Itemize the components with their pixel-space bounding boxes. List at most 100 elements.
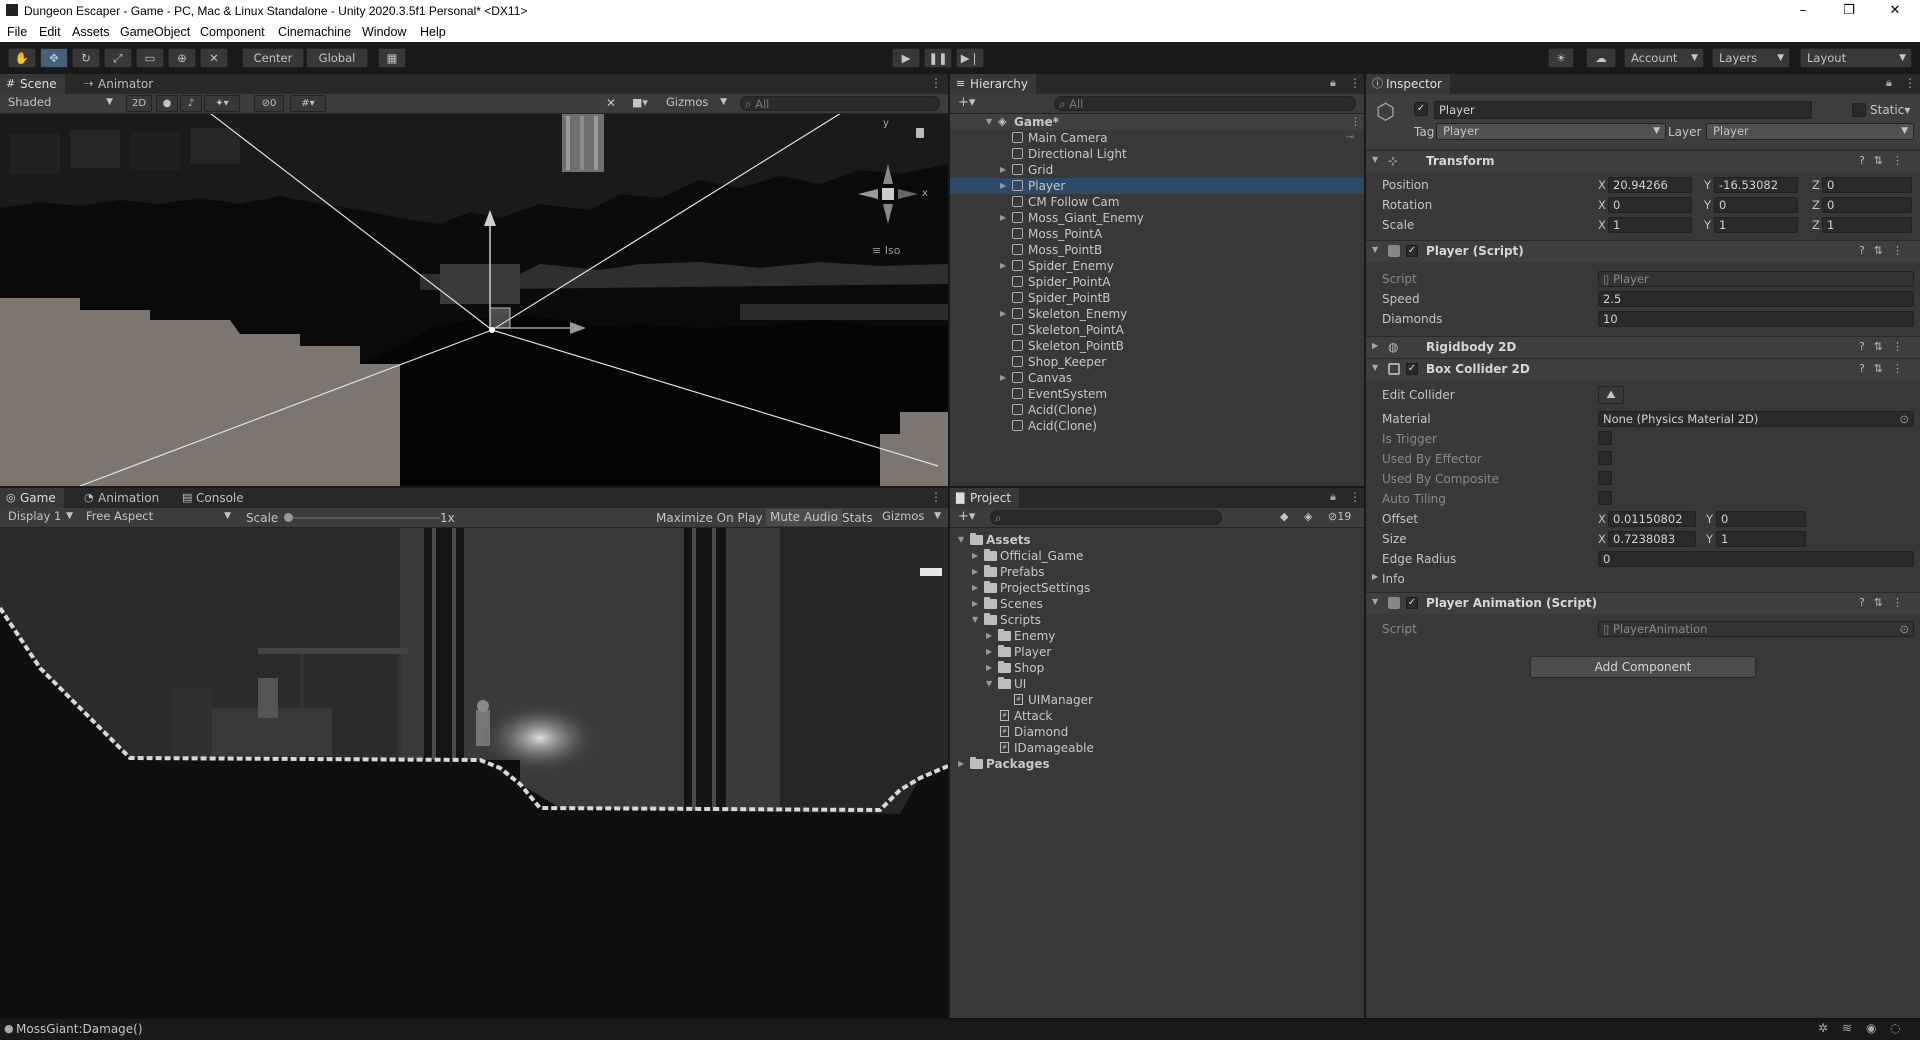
tag-dropdown[interactable]: Player ▼ — [1436, 123, 1666, 140]
filter-label-icon[interactable]: ◈ — [1304, 510, 1312, 523]
move-tool-icon[interactable]: ✥ — [40, 48, 68, 68]
component-header-icons[interactable]: ?⇅⋮ — [1859, 244, 1912, 257]
size-x-field[interactable]: 0.7238083 — [1608, 531, 1696, 547]
tab-inspector[interactable]: ⓘ Inspector — [1366, 74, 1450, 94]
scene-viewport[interactable]: y x ≡ Iso — [0, 114, 948, 486]
speed-field[interactable]: 2.5 — [1598, 291, 1914, 307]
fold-arrow-icon[interactable]: ▶ — [986, 660, 992, 676]
project-script-row[interactable]: # Diamond — [950, 724, 1364, 740]
object-picker-icon[interactable]: ⊙ — [1899, 412, 1909, 426]
lock-icon[interactable]: 🔒︎ — [1330, 76, 1336, 90]
console-info-icon[interactable]: ● — [4, 1022, 14, 1035]
player-animation-fold-icon[interactable]: ▼ — [1372, 597, 1378, 606]
static-dropdown[interactable]: Static▾ — [1870, 103, 1910, 117]
hierarchy-item[interactable]: CM Follow Cam — [950, 194, 1364, 210]
hidden-objects-toggle[interactable]: ⊘0 — [254, 95, 284, 112]
hierarchy-item[interactable]: Moss_PointB — [950, 242, 1364, 258]
scale-x-field[interactable]: 1 — [1608, 217, 1692, 233]
shading-dropdown[interactable]: Shaded ▼ — [2, 95, 118, 112]
static-checkbox[interactable] — [1852, 103, 1866, 117]
hierarchy-item[interactable]: Acid(Clone) — [950, 418, 1364, 434]
transform-header[interactable]: ▼ ⊹ Transform ?⇅⋮ — [1366, 150, 1920, 172]
project-lock-icon[interactable]: 🔒︎ — [1330, 490, 1336, 504]
audio-icon[interactable]: ♪ — [180, 95, 202, 112]
transform-fold-icon[interactable]: ▼ — [1372, 155, 1378, 164]
is-trigger-checkbox[interactable] — [1598, 431, 1612, 445]
progress-icon[interactable]: ◉ — [1866, 1021, 1876, 1035]
project-folder-row[interactable]: ▶ Prefabs — [950, 564, 1364, 580]
info-label[interactable]: Info — [1382, 572, 1405, 586]
tools-icon[interactable]: ✕ — [606, 96, 616, 110]
position-x-field[interactable]: 20.94266 — [1608, 177, 1692, 193]
player-script-header[interactable]: ▼ ✓ Player (Script) ?⇅⋮ — [1366, 240, 1920, 262]
auto-generate-lighting-icon[interactable]: ◌ — [1890, 1021, 1900, 1035]
project-folder-row[interactable]: ▶ Shop — [950, 660, 1364, 676]
project-script-row[interactable]: # Attack — [950, 708, 1364, 724]
project-menu-icon[interactable]: ⋮ — [1349, 490, 1361, 504]
material-field[interactable]: None (Physics Material 2D) ⊙ — [1598, 411, 1914, 427]
inspector-lock-icon[interactable]: 🔒︎ — [1886, 76, 1892, 90]
camera-icon[interactable]: ■▾ — [632, 96, 648, 109]
tab-project[interactable]: ▇ Project — [950, 488, 1020, 508]
fold-arrow-icon[interactable]: ▼ — [958, 532, 964, 548]
cache-server-icon[interactable]: ≋ — [1842, 1021, 1852, 1035]
hierarchy-item[interactable]: ▶ Player — [950, 178, 1364, 194]
aspect-dropdown[interactable]: Free Aspect ▼ — [80, 509, 236, 526]
tab-hierarchy[interactable]: ≡ Hierarchy — [950, 74, 1037, 94]
project-folder-row[interactable]: ▼ Scripts — [950, 612, 1364, 628]
scale-slider[interactable] — [288, 517, 440, 519]
rotation-z-field[interactable]: 0 — [1822, 197, 1912, 213]
fold-arrow-icon[interactable]: ▶ — [958, 756, 964, 772]
scene-search-input[interactable]: ⌕ All — [740, 96, 940, 111]
scene-gizmos-dropdown[interactable]: Gizmos ▼ — [660, 95, 732, 112]
project-folder-row[interactable]: ▶ ProjectSettings — [950, 580, 1364, 596]
scale-y-field[interactable]: 1 — [1714, 217, 1798, 233]
hierarchy-item[interactable]: Skeleton_PointB — [950, 338, 1364, 354]
box-collider-enabled-checkbox[interactable]: ✓ — [1406, 363, 1418, 375]
scene-grid-toggle-icon[interactable]: #▾ — [290, 95, 326, 112]
project-folder-row[interactable]: ▶ Official_Game — [950, 548, 1364, 564]
project-folder-row[interactable]: ▶ Player — [950, 644, 1364, 660]
player-animation-header[interactable]: ▼ ✓ Player Animation (Script) ?⇅⋮ — [1366, 592, 1920, 614]
grid-snap-icon[interactable]: ▦ — [378, 48, 406, 68]
project-folder-row[interactable]: ▼ Assets — [950, 532, 1364, 548]
step-button[interactable]: ▶❘ — [956, 48, 984, 68]
hierarchy-item[interactable]: EventSystem — [950, 386, 1364, 402]
layers-dropdown[interactable]: Layers ▼ — [1712, 48, 1790, 68]
position-y-field[interactable]: -16.53082 — [1714, 177, 1798, 193]
box-collider-fold-icon[interactable]: ▼ — [1372, 363, 1378, 372]
close-button[interactable]: ✕ — [1872, 0, 1918, 22]
component-header-icons[interactable]: ?⇅⋮ — [1859, 154, 1912, 167]
hierarchy-item[interactable]: ▶ Moss_Giant_Enemy — [950, 210, 1364, 226]
space-global-toggle[interactable]: Global — [306, 48, 368, 68]
scene-menu-icon[interactable]: ⋮ — [930, 76, 942, 90]
rotation-y-field[interactable]: 0 — [1714, 197, 1798, 213]
diamonds-field[interactable]: 10 — [1598, 311, 1914, 327]
transform-tool-icon[interactable]: ⊕ — [168, 48, 196, 68]
fold-arrow-icon[interactable]: ▼ — [986, 676, 992, 692]
cloud-icon[interactable]: ☁ — [1586, 48, 1616, 68]
hand-tool-icon[interactable]: ✋ — [8, 48, 36, 68]
hierarchy-item[interactable]: ▶ Spider_Enemy — [950, 258, 1364, 274]
pause-button[interactable]: ❚❚ — [924, 48, 952, 68]
active-checkbox[interactable]: ✓ — [1414, 102, 1428, 116]
hierarchy-item[interactable]: Spider_PointB — [950, 290, 1364, 306]
project-folder-row[interactable]: ▼ UI — [950, 676, 1364, 692]
mute-audio-toggle[interactable]: Mute Audio — [766, 509, 842, 526]
menu-edit[interactable]: Edit — [39, 25, 61, 39]
project-search-input[interactable]: ⌕ — [990, 510, 1222, 525]
hierarchy-item[interactable]: ▶ Skeleton_Enemy — [950, 306, 1364, 322]
hierarchy-item[interactable]: ▶ Grid — [950, 162, 1364, 178]
hierarchy-item[interactable]: Acid(Clone) — [950, 402, 1364, 418]
offset-y-field[interactable]: 0 — [1716, 511, 1806, 527]
rigidbody-header[interactable]: ▶ ◍ Rigidbody 2D ?⇅⋮ — [1366, 336, 1920, 358]
hierarchy-item[interactable]: ▶ Canvas — [950, 370, 1364, 386]
rect-tool-icon[interactable]: ▭ — [136, 48, 164, 68]
position-z-field[interactable]: 0 — [1822, 177, 1912, 193]
fold-arrow-icon[interactable]: ▶ — [1000, 210, 1006, 226]
filter-type-icon[interactable]: ◆ — [1280, 510, 1288, 523]
component-header-icons[interactable]: ?⇅⋮ — [1859, 596, 1912, 609]
project-folder-row[interactable]: ▶ Packages — [950, 756, 1364, 772]
edit-collider-button[interactable]: ⛰ — [1598, 386, 1624, 404]
inspector-menu-icon[interactable]: ⋮ — [1904, 76, 1916, 90]
